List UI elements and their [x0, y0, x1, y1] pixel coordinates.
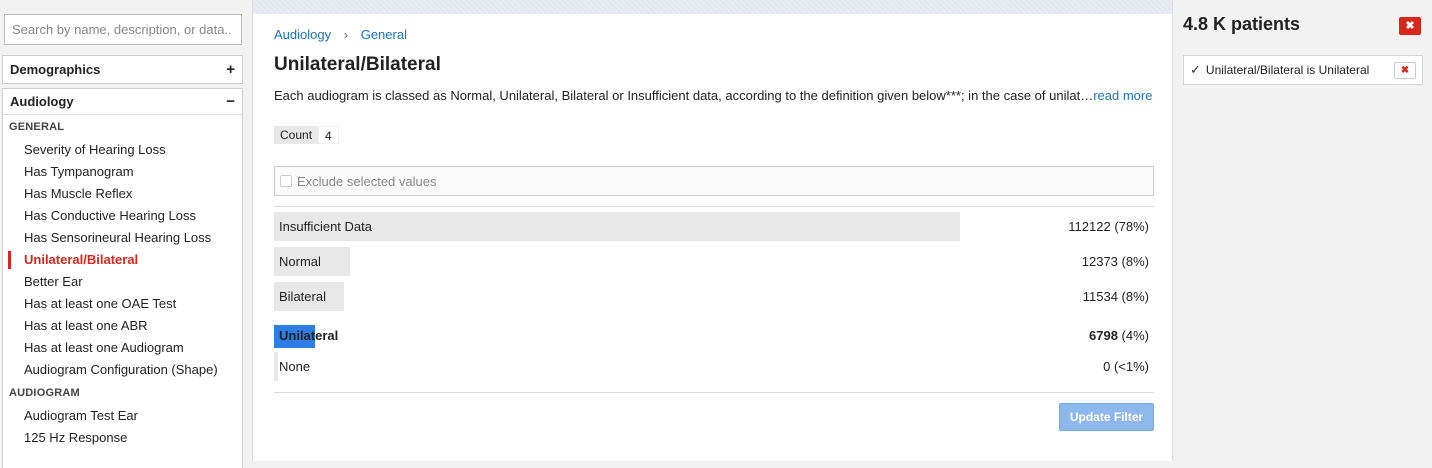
value-count: 6798 (4%) — [1089, 318, 1149, 353]
divider — [274, 206, 1154, 207]
top-strip — [253, 0, 1172, 14]
sidebar-item[interactable]: Has at least one ABR — [3, 315, 242, 337]
sidebar-item[interactable]: Unilateral/Bilateral — [3, 249, 242, 271]
sidebar-item[interactable]: Has at least one Audiogram — [3, 337, 242, 359]
value-number: 0 — [1103, 359, 1111, 374]
section-header-demographics[interactable]: Demographics + — [3, 56, 242, 83]
group-label: GENERAL — [9, 121, 65, 133]
value-percent: (<1%) — [1113, 359, 1149, 374]
value-list: Insufficient Data 112122 (78%) Normal 12373… — [274, 209, 1154, 384]
value-row[interactable]: None 0 (<1%) — [274, 349, 1154, 384]
value-label: Bilateral — [279, 289, 326, 304]
check-icon: ✓ — [1190, 62, 1201, 77]
section-demographics[interactable]: Demographics + — [2, 55, 243, 84]
sidebar-item[interactable]: Has Muscle Reflex — [3, 183, 242, 205]
remove-filter-icon[interactable]: ✖ — [1394, 62, 1416, 79]
read-more-link[interactable]: read more — [1093, 88, 1152, 103]
filter-chip-text: Unilateral/Bilateral is Unilateral — [1205, 63, 1370, 77]
description: Each audiogram is classed as Normal, Uni… — [274, 88, 1154, 103]
value-label: None — [279, 359, 311, 374]
checkbox-icon[interactable] — [280, 175, 292, 187]
value-count: 0 (<1%) — [1103, 349, 1149, 384]
breadcrumb: Audiology › General — [274, 27, 407, 42]
count-value: 4 — [318, 126, 339, 144]
count-badge: Count 4 — [274, 126, 339, 144]
group-label: AUDIOGRAM — [9, 387, 80, 399]
chevron-right-icon: › — [343, 27, 349, 42]
update-filter-button[interactable]: Update Filter — [1059, 403, 1154, 431]
page-title: Unilateral/Bilateral — [274, 54, 441, 75]
search-input[interactable] — [4, 14, 242, 45]
value-percent: (4%) — [1121, 328, 1149, 343]
value-count: 11534 (8%) — [1083, 279, 1149, 314]
section-label: Audiology — [10, 94, 74, 109]
exclude-selected-checkbox[interactable]: Exclude selected values — [274, 166, 1154, 196]
sidebar: Demographics + Audiology − GENERAL Severi… — [0, 0, 250, 468]
value-count: 112122 (78%) — [1068, 209, 1149, 244]
sidebar-groups: GENERAL Severity of Hearing Loss Has Tympa… — [3, 115, 242, 449]
value-number: 6798 — [1089, 328, 1118, 343]
value-number: 112122 — [1068, 219, 1111, 234]
breadcrumb-link-audiology[interactable]: Audiology — [274, 27, 331, 42]
sidebar-item[interactable]: Has Tympanogram — [3, 161, 242, 183]
value-percent: (8%) — [1121, 289, 1149, 304]
filter-panel: 4.8 K patients ✖ ✓ Unilateral/Bilateral … — [1175, 0, 1432, 461]
value-row[interactable]: Normal 12373 (8%) — [274, 244, 1154, 279]
sidebar-item[interactable]: Has at least one OAE Test — [3, 293, 242, 315]
sidebar-item[interactable]: Has Sensorineural Hearing Loss — [3, 227, 242, 249]
collapse-icon[interactable]: − — [226, 93, 235, 110]
breadcrumb-link-general[interactable]: General — [361, 27, 407, 42]
value-count: 12373 (8%) — [1082, 244, 1149, 279]
value-label: Unilateral — [279, 328, 339, 343]
description-text: Each audiogram is classed as Normal, Uni… — [274, 88, 1094, 103]
divider — [274, 392, 1154, 393]
value-label: Normal — [279, 254, 321, 269]
sidebar-item[interactable]: Better Ear — [3, 271, 242, 293]
section-label: Demographics — [10, 62, 101, 77]
share-bar — [274, 212, 960, 241]
expand-icon[interactable]: + — [226, 61, 235, 78]
exclude-label: Exclude selected values — [297, 173, 437, 189]
value-percent: (8%) — [1121, 254, 1149, 269]
sidebar-item[interactable]: 125 Hz Response — [3, 427, 242, 449]
section-audiology: Audiology − GENERAL Severity of Hearing L… — [2, 88, 243, 468]
share-bar — [274, 352, 278, 381]
value-number: 12373 — [1081, 254, 1118, 269]
patient-count: 4.8 K patients — [1183, 14, 1301, 34]
section-header-audiology[interactable]: Audiology − — [3, 89, 242, 115]
sidebar-item[interactable]: Audiogram Test Ear — [3, 405, 242, 427]
value-number: 11534 — [1082, 289, 1118, 304]
count-label: Count — [274, 126, 319, 144]
value-label: Insufficient Data — [279, 219, 372, 234]
value-row[interactable]: Insufficient Data 112122 (78%) — [274, 209, 1154, 244]
value-row[interactable]: Bilateral 11534 (8%) — [274, 279, 1154, 314]
value-row[interactable]: Unilateral 6798 (4%) — [274, 314, 1154, 349]
filter-chip[interactable]: ✓ Unilateral/Bilateral is Unilateral ✖ — [1183, 55, 1423, 85]
sidebar-item[interactable]: Has Conductive Hearing Loss — [3, 205, 242, 227]
value-percent: (78%) — [1114, 219, 1149, 234]
main-panel: Audiology › General Unilateral/Bilateral… — [252, 0, 1173, 461]
clear-all-icon[interactable]: ✖ — [1399, 17, 1421, 35]
sidebar-item[interactable]: Audiogram Configuration (Shape) — [3, 359, 242, 381]
sidebar-item[interactable]: Severity of Hearing Loss — [3, 139, 242, 161]
